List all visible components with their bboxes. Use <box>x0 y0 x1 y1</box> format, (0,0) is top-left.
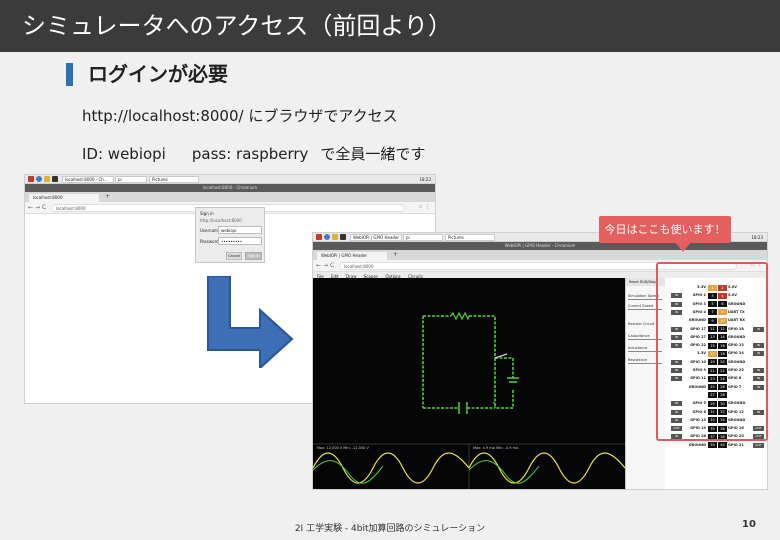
slide-title: シミュレータへのアクセス（前回より） <box>22 12 452 40</box>
os-taskbar: localhost:8000 - Ch... pi Pictures 18:23 <box>25 175 435 184</box>
scope-readout-left: Max: 12.000 V Min: -12.000 V <box>317 446 369 450</box>
slide-footer: 2I 工学実験 - 4bit加算回路のシミュレーション <box>294 524 486 534</box>
gpio-highlight-box <box>656 262 768 441</box>
taskbar-task-pictures[interactable]: Pictures <box>445 234 495 241</box>
taskbar-task-pi[interactable]: pi <box>115 176 147 183</box>
access-instruction: http://localhost:8000/ にブラウザでアクセス <box>82 107 398 125</box>
flow-arrow-icon <box>207 276 294 368</box>
resistor-symbol <box>450 311 470 321</box>
callout-bubble: 今日はここも使います！ <box>599 216 731 243</box>
new-tab-icon[interactable]: + <box>393 251 398 259</box>
browser-tab[interactable]: localhost:8000 <box>29 194 99 202</box>
new-tab-icon[interactable]: + <box>105 193 110 201</box>
gpio-name-left: GROUND <box>688 442 706 447</box>
credential-id: ID: webiopi <box>82 145 166 163</box>
window-title: WebIOPi | GPIO Header - Chromium <box>313 242 767 250</box>
scope-readout-right: Max: 4.9 mA Min: -4.9 mA <box>473 446 519 450</box>
callout-tail <box>675 242 691 252</box>
credentials-line: ID: webiopi pass: raspberry で全員一緒です <box>82 144 425 164</box>
gpio-mode-button[interactable]: OUT <box>753 442 764 448</box>
folder-icon[interactable] <box>44 176 50 182</box>
page-number: 10 <box>742 519 756 530</box>
browser-tab-strip: WebIOPi | GPIO Header + <box>313 250 767 260</box>
gpio-pin-left[interactable]: 39 <box>708 442 717 449</box>
browser-launch-icon[interactable] <box>36 176 42 182</box>
gpio-row: GROUND 39 40 GPIO 21 OUT <box>665 442 767 449</box>
slide-title-bar: シミュレータへのアクセス（前回より） <box>0 0 780 52</box>
taskbar-task-browser[interactable]: localhost:8000 - Ch... <box>62 176 114 183</box>
nav-buttons-icon[interactable]: ←→C <box>28 204 48 211</box>
taskbar-task-pi[interactable]: pi <box>403 234 443 241</box>
password-input[interactable]: ••••••••• <box>218 237 262 245</box>
gpio-pin-right[interactable]: 40 <box>718 442 727 449</box>
gpio-name-right: GPIO 21 <box>728 442 744 447</box>
sign-in-dialog: Sign in http://localhost:8000 Username w… <box>195 207 265 263</box>
browser-launch-icon[interactable] <box>324 234 330 240</box>
folder-icon[interactable] <box>332 234 338 240</box>
credential-pass: pass: raspberry <box>191 145 309 163</box>
raspberry-menu-icon[interactable] <box>28 176 34 182</box>
credential-note: で全員一緒です <box>320 145 426 163</box>
window-title: localhost:8000 - Chromium <box>25 184 435 192</box>
cancel-button[interactable]: Cancel <box>226 252 242 260</box>
heading-marker <box>66 63 73 86</box>
browser-tab[interactable]: WebIOPi | GPIO Header <box>317 252 387 260</box>
taskbar-clock: 18:23 <box>419 177 431 182</box>
nav-buttons-icon[interactable]: ←→C <box>316 262 336 269</box>
dialog-host: http://localhost:8000 <box>200 218 242 223</box>
scope-trace-left <box>313 452 470 484</box>
terminal-icon[interactable] <box>340 234 346 240</box>
raspberry-menu-icon[interactable] <box>316 234 322 240</box>
taskbar-clock: 18:23 <box>751 235 763 240</box>
taskbar-task-browser[interactable]: WebIOPi | GPIO Header <box>350 234 402 241</box>
section-heading: ログインが必要 <box>88 62 228 86</box>
circuit-drawing <box>313 311 626 489</box>
password-label: Password <box>200 239 219 244</box>
sign-in-button[interactable]: Sign in <box>245 252 262 260</box>
circuit-canvas[interactable]: Max: 12.000 V Min: -12.000 V Max: 4.9 mA… <box>313 278 626 489</box>
browser-tab-strip: localhost:8000 + <box>25 192 435 202</box>
dialog-title: Sign in <box>200 211 214 216</box>
username-input[interactable]: webiopi <box>218 226 262 234</box>
taskbar-task-pictures[interactable]: Pictures <box>149 176 199 183</box>
terminal-icon[interactable] <box>52 176 58 182</box>
browser-tools-icon[interactable]: ☆⋮ <box>419 204 432 210</box>
scope-trace-right <box>468 452 626 484</box>
